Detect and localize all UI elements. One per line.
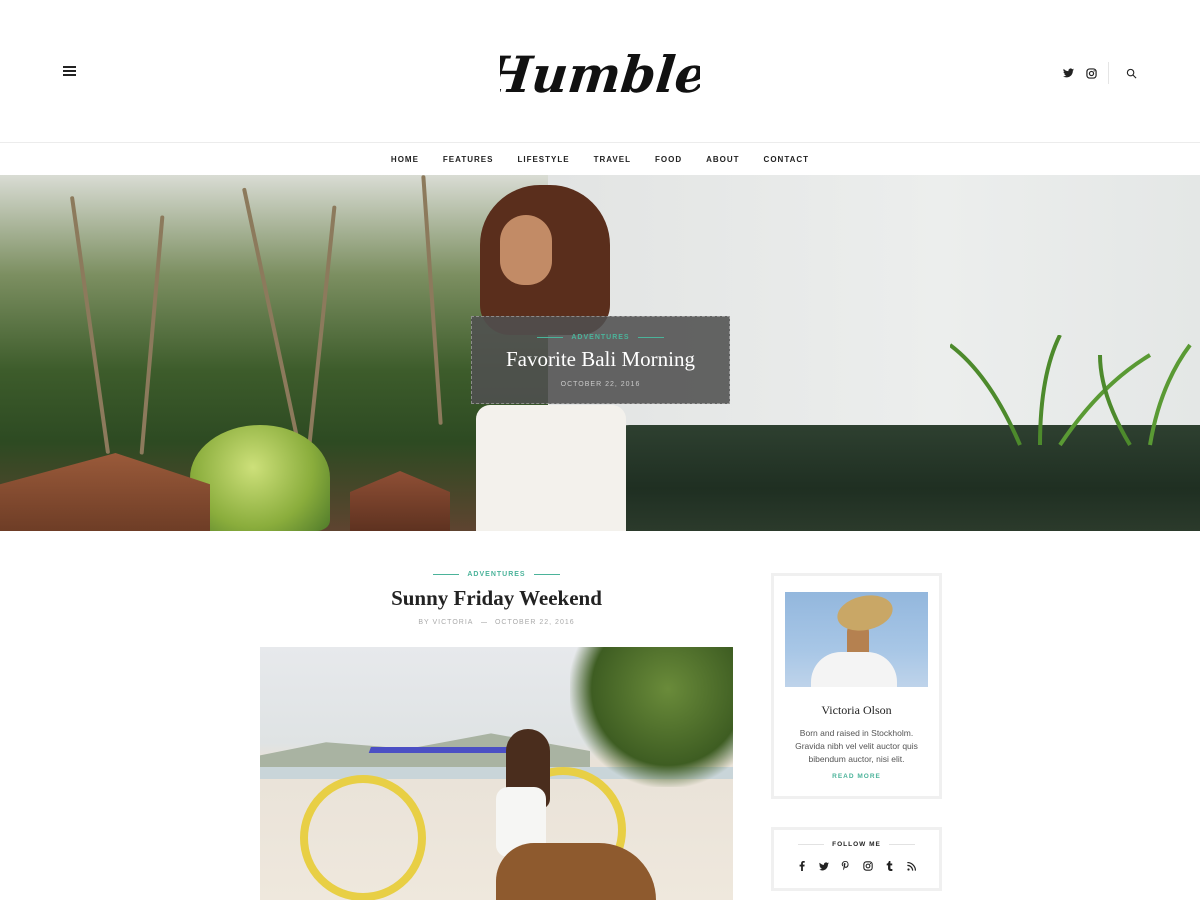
hero-title[interactable]: Favorite Bali Morning bbox=[472, 347, 729, 372]
nav-features[interactable]: FEATURES bbox=[443, 155, 494, 164]
post-meta: BY VICTORIA OCTOBER 22, 2016 bbox=[260, 619, 733, 626]
twitter-icon[interactable] bbox=[813, 859, 835, 873]
menu-icon[interactable] bbox=[63, 66, 76, 76]
nav-home[interactable]: HOME bbox=[391, 155, 419, 164]
about-bio: Born and raised in Stockholm. Gravida ni… bbox=[795, 728, 918, 764]
instagram-icon[interactable] bbox=[857, 859, 879, 873]
hero-date: OCTOBER 22, 2016 bbox=[560, 381, 641, 388]
facebook-icon[interactable] bbox=[791, 859, 813, 873]
header-icons bbox=[1052, 62, 1138, 84]
hero-image-jungle bbox=[0, 175, 548, 531]
post-author[interactable]: BY VICTORIA bbox=[418, 619, 473, 626]
pinterest-icon[interactable] bbox=[835, 859, 857, 873]
nav-food[interactable]: FOOD bbox=[655, 155, 682, 164]
search-icon[interactable] bbox=[1124, 66, 1138, 80]
instagram-icon[interactable] bbox=[1084, 66, 1098, 80]
follow-widget: FOLLOW ME bbox=[771, 827, 942, 891]
post-image[interactable] bbox=[260, 647, 733, 900]
nav-contact[interactable]: CONTACT bbox=[764, 155, 810, 164]
hero-roof bbox=[0, 453, 210, 531]
site-logo[interactable]: Humble bbox=[480, 34, 710, 110]
nav-about[interactable]: ABOUT bbox=[706, 155, 739, 164]
site-header: Humble bbox=[0, 0, 1200, 142]
main-nav: HOME FEATURES LIFESTYLE TRAVEL FOOD ABOU… bbox=[0, 142, 1200, 175]
rss-icon[interactable] bbox=[901, 859, 923, 873]
nav-lifestyle[interactable]: LIFESTYLE bbox=[517, 155, 569, 164]
twitter-icon[interactable] bbox=[1061, 66, 1075, 80]
read-more-link[interactable]: READ MORE bbox=[774, 773, 939, 780]
hero-category[interactable]: ADVENTURES bbox=[571, 334, 629, 341]
post-title[interactable]: Sunny Friday Weekend bbox=[260, 586, 733, 611]
about-photo bbox=[785, 592, 928, 687]
hero-roof-small bbox=[350, 471, 450, 531]
hero-bush bbox=[190, 425, 330, 531]
header-divider bbox=[1108, 62, 1109, 84]
about-widget: Victoria Olson Born and raised in Stockh… bbox=[771, 573, 942, 799]
logo-text: Humble bbox=[500, 45, 700, 104]
post-category[interactable]: ADVENTURES bbox=[467, 571, 525, 578]
post-date: OCTOBER 22, 2016 bbox=[494, 619, 575, 626]
social-icons bbox=[774, 859, 939, 873]
hero-slider[interactable]: ADVENTURES Favorite Bali Morning OCTOBER… bbox=[0, 175, 1200, 531]
hero-caption[interactable]: ADVENTURES Favorite Bali Morning OCTOBER… bbox=[471, 316, 730, 404]
tumblr-icon[interactable] bbox=[879, 859, 901, 873]
post-card: ADVENTURES Sunny Friday Weekend BY VICTO… bbox=[260, 566, 733, 900]
about-name: Victoria Olson bbox=[821, 703, 892, 717]
nav-travel[interactable]: TRAVEL bbox=[594, 155, 631, 164]
follow-title: FOLLOW ME bbox=[832, 841, 881, 848]
hero-plant bbox=[950, 335, 1192, 447]
